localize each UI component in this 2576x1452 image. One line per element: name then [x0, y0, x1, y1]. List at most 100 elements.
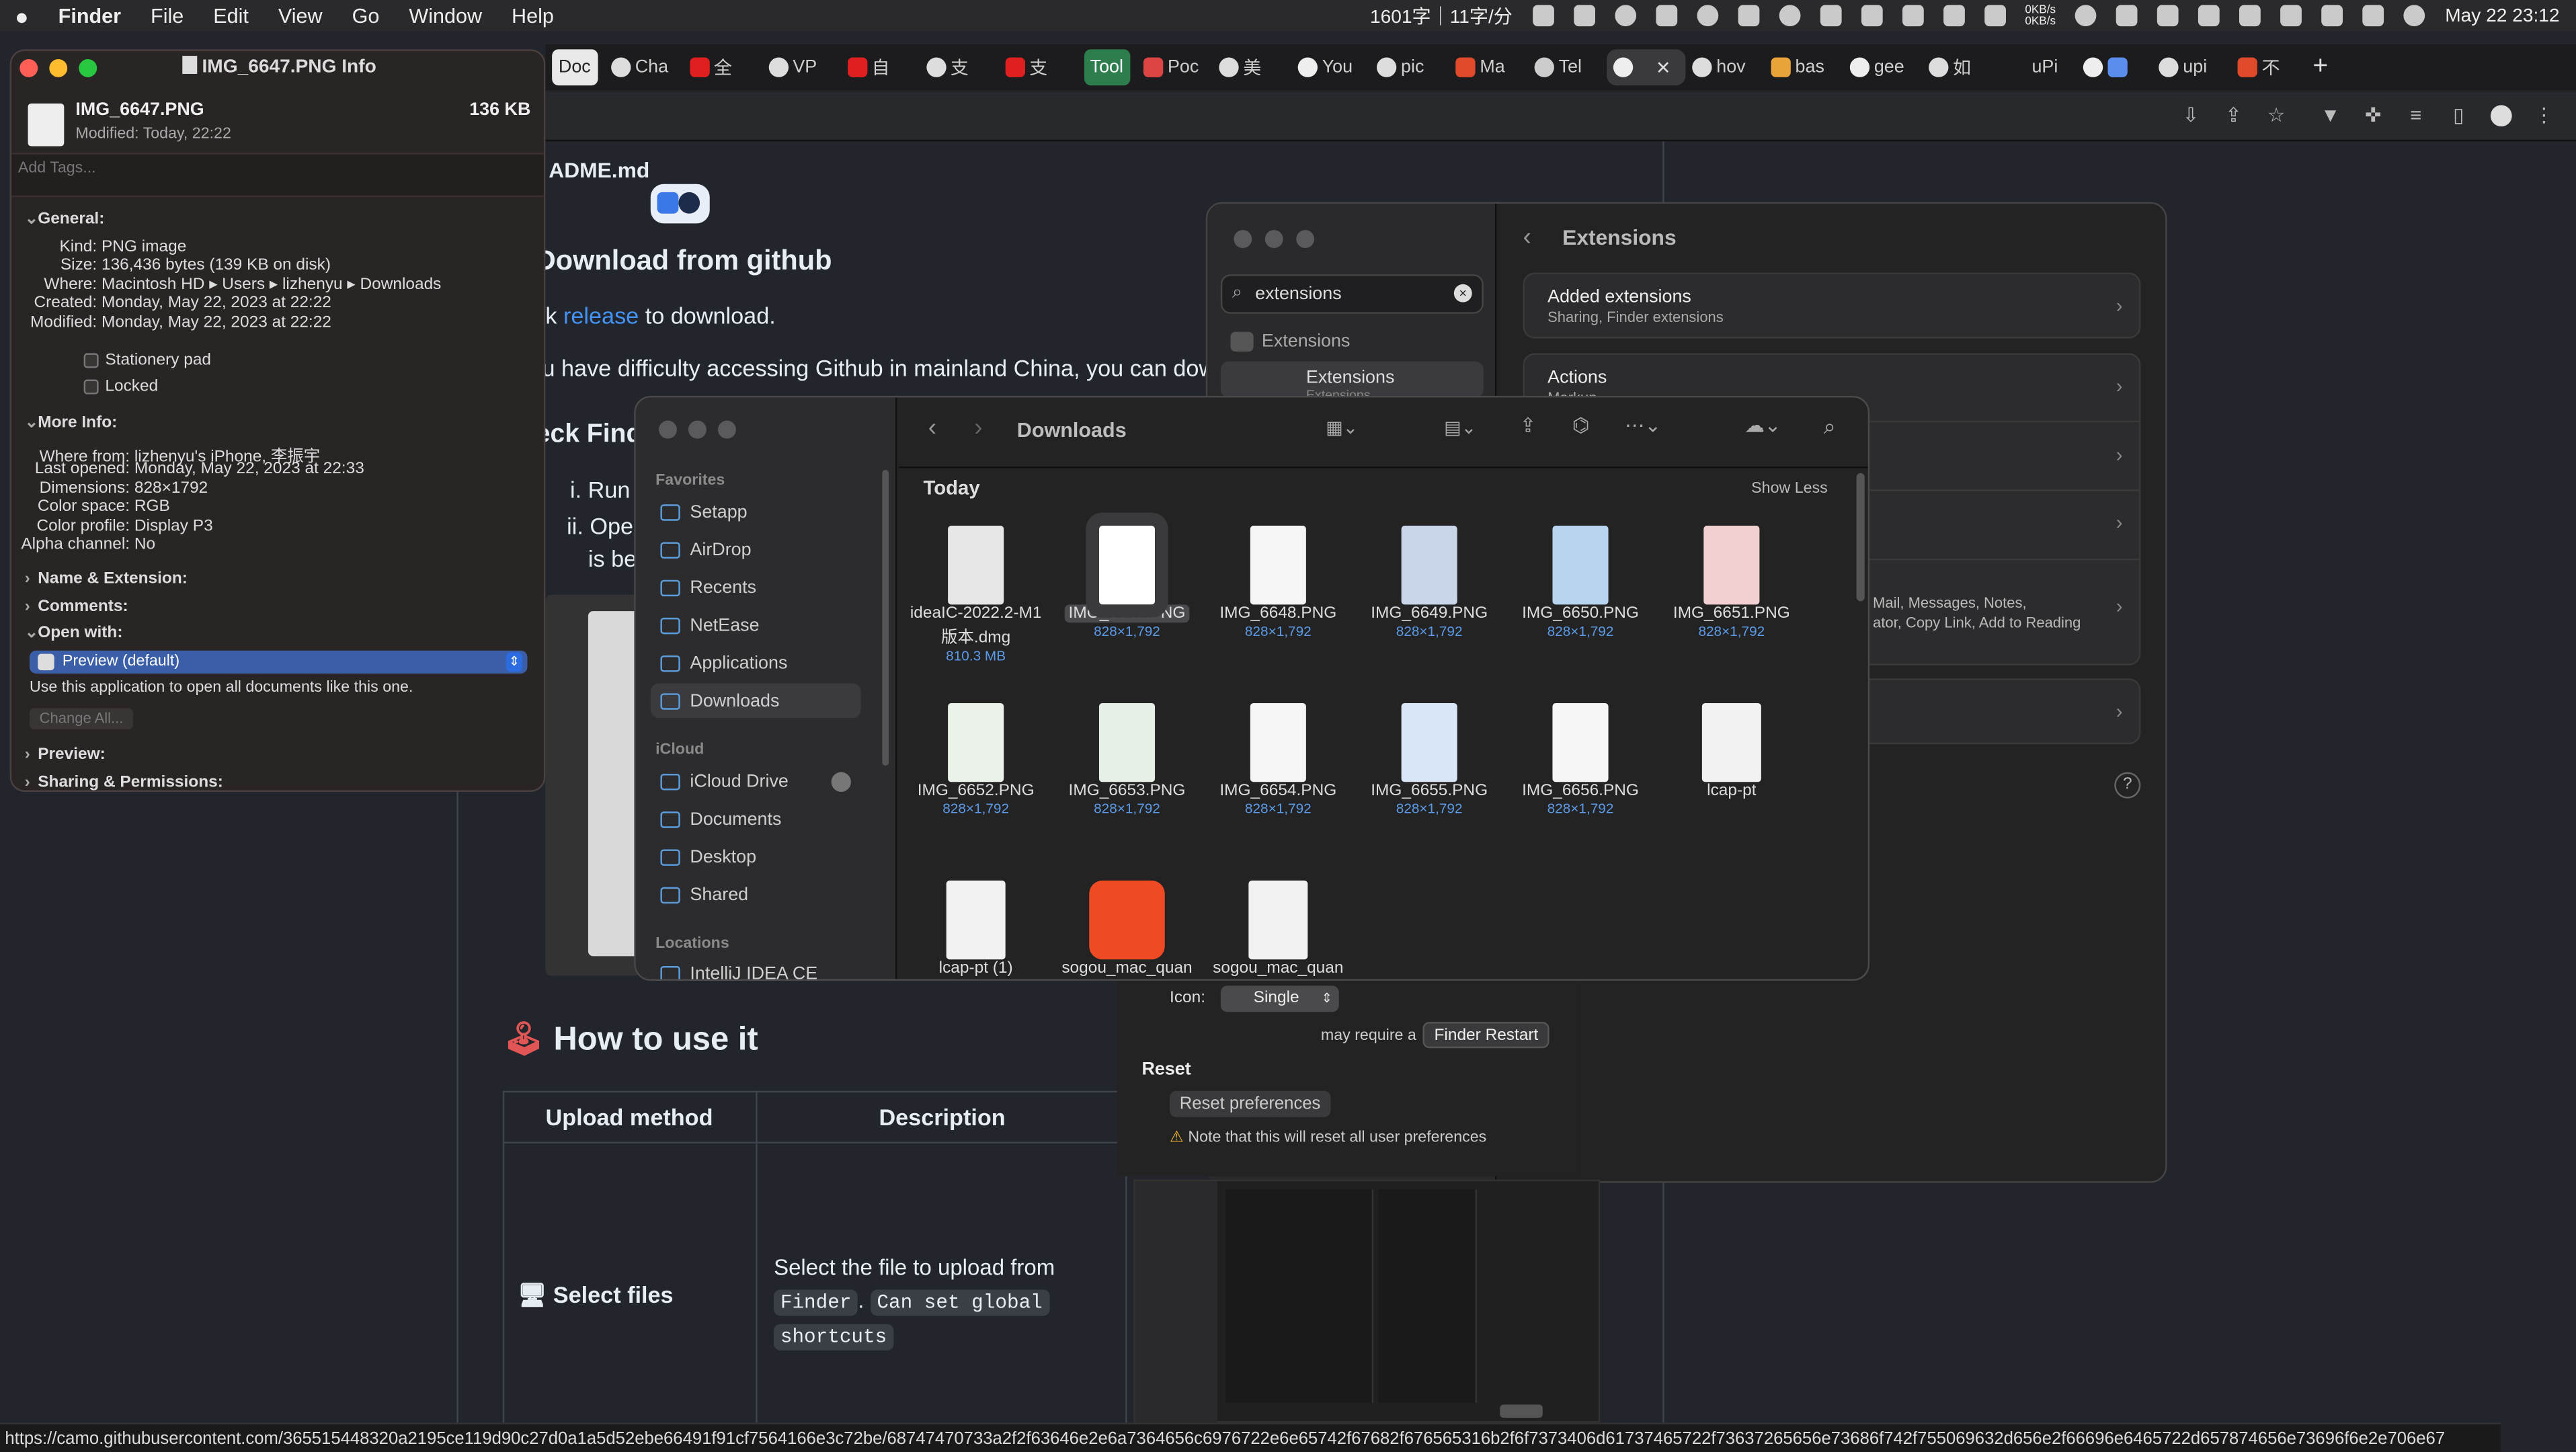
wifi-icon[interactable]	[2321, 5, 2343, 27]
group-icon[interactable]: ▤⌄	[1444, 417, 1490, 440]
bookmark-star-icon[interactable]: ☆	[2265, 104, 2287, 126]
file-item[interactable]: sogou_mac_quan	[1051, 880, 1203, 977]
file-item-selected[interactable]: IMG_6647.PNG 828×1,792	[1051, 512, 1203, 639]
tab[interactable]: 不	[2230, 49, 2306, 85]
clock[interactable]: May 22 23:12	[2445, 6, 2559, 26]
tab[interactable]: 自	[840, 49, 919, 85]
side-panel-icon[interactable]: ▯	[2448, 104, 2469, 126]
cat-icon[interactable]	[1984, 5, 2006, 27]
forward-icon[interactable]: ›	[974, 414, 982, 442]
s-app-icon[interactable]	[1819, 5, 1841, 27]
menu-edit[interactable]: Edit	[198, 4, 264, 27]
tab[interactable]: uPi	[2001, 49, 2076, 85]
microphone-icon[interactable]	[1532, 5, 1554, 27]
share-icon[interactable]: ⇪	[2223, 104, 2245, 126]
play-icon[interactable]	[2075, 5, 2097, 27]
tag-icon[interactable]: ⌬	[1572, 414, 1595, 440]
tab[interactable]: 如	[1922, 49, 2001, 85]
sidebar-item-downloads[interactable]: Downloads	[650, 683, 861, 718]
icon-view-icon[interactable]: ▦⌄	[1326, 417, 1365, 440]
tab[interactable]: 支	[998, 49, 1077, 85]
tab-group-tool[interactable]: Tool	[1083, 49, 1130, 86]
section-comments[interactable]: › Comments:	[25, 598, 128, 616]
tab[interactable]: pic	[1370, 49, 1449, 85]
minimize-button[interactable]	[1264, 230, 1283, 249]
bird-icon[interactable]	[1737, 5, 1759, 27]
locked-checkbox[interactable]	[83, 379, 99, 395]
fan-icon[interactable]	[2116, 5, 2138, 27]
open-with-select[interactable]: Preview (default) ⇕	[29, 650, 528, 674]
battery-icon[interactable]	[2280, 5, 2302, 27]
sidebar-item-documents[interactable]: Documents	[651, 802, 861, 836]
release-link[interactable]: release	[563, 302, 639, 329]
more-menu-icon[interactable]: ⋮	[2533, 104, 2554, 126]
profile-avatar[interactable]	[2490, 105, 2512, 127]
close-button[interactable]	[658, 420, 677, 439]
zoom-button[interactable]	[1296, 230, 1315, 249]
tab[interactable]: Poc	[1137, 49, 1212, 85]
app-status-icon[interactable]	[1614, 5, 1636, 27]
section-general[interactable]: ⌄General:	[25, 210, 105, 229]
back-icon[interactable]: ‹	[928, 414, 936, 442]
menu-finder[interactable]: Finder	[44, 4, 136, 27]
word-counter[interactable]: 1601字｜11字/分	[1370, 3, 1513, 29]
sidebar-item-netease[interactable]: NetEase	[651, 608, 861, 642]
tab[interactable]: hov	[1685, 49, 1764, 85]
file-item[interactable]: IMG_6656.PNG 828×1,792	[1505, 702, 1656, 817]
section-more-info[interactable]: ⌄More Info:	[25, 414, 118, 432]
minimize-button[interactable]	[688, 420, 707, 439]
reset-preferences-button[interactable]: Reset preferences	[1170, 1090, 1331, 1117]
sidebar-item-applications[interactable]: Applications	[651, 645, 861, 680]
vue-devtools-icon[interactable]: ▼	[2320, 104, 2341, 126]
apple-icon[interactable]: ●	[0, 3, 44, 29]
tab[interactable]: Doc	[552, 49, 598, 86]
display-icon[interactable]	[2198, 5, 2220, 27]
close-tab-icon[interactable]: ✕	[1656, 56, 1671, 78]
sidebar-item-setapp[interactable]: Setapp	[651, 495, 861, 529]
more-actions-icon[interactable]: ⋯⌄	[1625, 414, 1671, 440]
file-item[interactable]: IMG_6648.PNG 828×1,792	[1203, 526, 1354, 639]
tab[interactable]: 支	[920, 49, 998, 85]
download-icon[interactable]: ⇩	[2180, 104, 2202, 126]
tab[interactable]: Ma	[1449, 49, 1527, 85]
tab[interactable]: 美	[1212, 49, 1291, 85]
file-item[interactable]: lcap-pt (1)	[900, 880, 1051, 977]
search-input[interactable]: ⌕ extensions ×	[1220, 274, 1484, 314]
sidebar-item-desktop[interactable]: Desktop	[651, 840, 861, 874]
menu-file[interactable]: File	[136, 4, 198, 27]
new-tab-button[interactable]: +	[2306, 49, 2356, 85]
file-item[interactable]: IMG_6651.PNG 828×1,792	[1656, 526, 1807, 639]
show-less-link[interactable]: Show Less	[1751, 480, 1828, 498]
dark-mode-icon[interactable]	[1778, 5, 1800, 27]
icon-style-select[interactable]: Single ⇕	[1220, 985, 1339, 1012]
wechat-icon[interactable]	[1902, 5, 1923, 27]
file-item[interactable]: IMG_6652.PNG 828×1,792	[900, 702, 1051, 817]
tab[interactable]: Cha	[604, 49, 682, 85]
file-item[interactable]: IMG_6655.PNG 828×1,792	[1354, 702, 1505, 817]
file-item[interactable]: sogou_mac_quan	[1203, 880, 1354, 977]
tab[interactable]: VP	[762, 49, 840, 85]
menu-help[interactable]: Help	[497, 4, 569, 27]
bluetooth-icon[interactable]	[1655, 5, 1677, 27]
file-item[interactable]: IMG_6649.PNG 828×1,792	[1354, 526, 1505, 639]
file-item[interactable]: IMG_6650.PNG 828×1,792	[1505, 526, 1656, 639]
sidebar-scrollbar[interactable]	[882, 469, 889, 766]
help-button[interactable]: ?	[2114, 772, 2141, 799]
share-icon[interactable]: ⇪	[1520, 414, 1543, 440]
sidebar-item-extensions[interactable]: Extensions Extensions	[1220, 361, 1484, 403]
tab[interactable]: You	[1291, 49, 1369, 85]
menu-view[interactable]: View	[264, 4, 337, 27]
zoom-button[interactable]	[717, 420, 736, 439]
tab[interactable]	[2076, 49, 2151, 85]
reading-list-icon[interactable]: ≡	[2405, 104, 2427, 126]
stationery-checkbox[interactable]	[83, 353, 99, 368]
siri-icon[interactable]	[2404, 5, 2425, 27]
file-item[interactable]: lcap-pt	[1656, 702, 1807, 800]
sidebar-item-icloud-drive[interactable]: iCloud Drive	[651, 764, 861, 798]
file-item[interactable]: ideaIC-2022.2-M1 版本.dmg 810.3 MB	[900, 526, 1051, 663]
section-name-extension[interactable]: › Name & Extension:	[25, 570, 188, 588]
section-open-with[interactable]: ⌄Open with:	[25, 624, 123, 643]
extensions-puzzle-icon[interactable]: ✜	[2362, 104, 2384, 126]
menu-window[interactable]: Window	[394, 4, 497, 27]
tab[interactable]: 全	[683, 49, 762, 85]
